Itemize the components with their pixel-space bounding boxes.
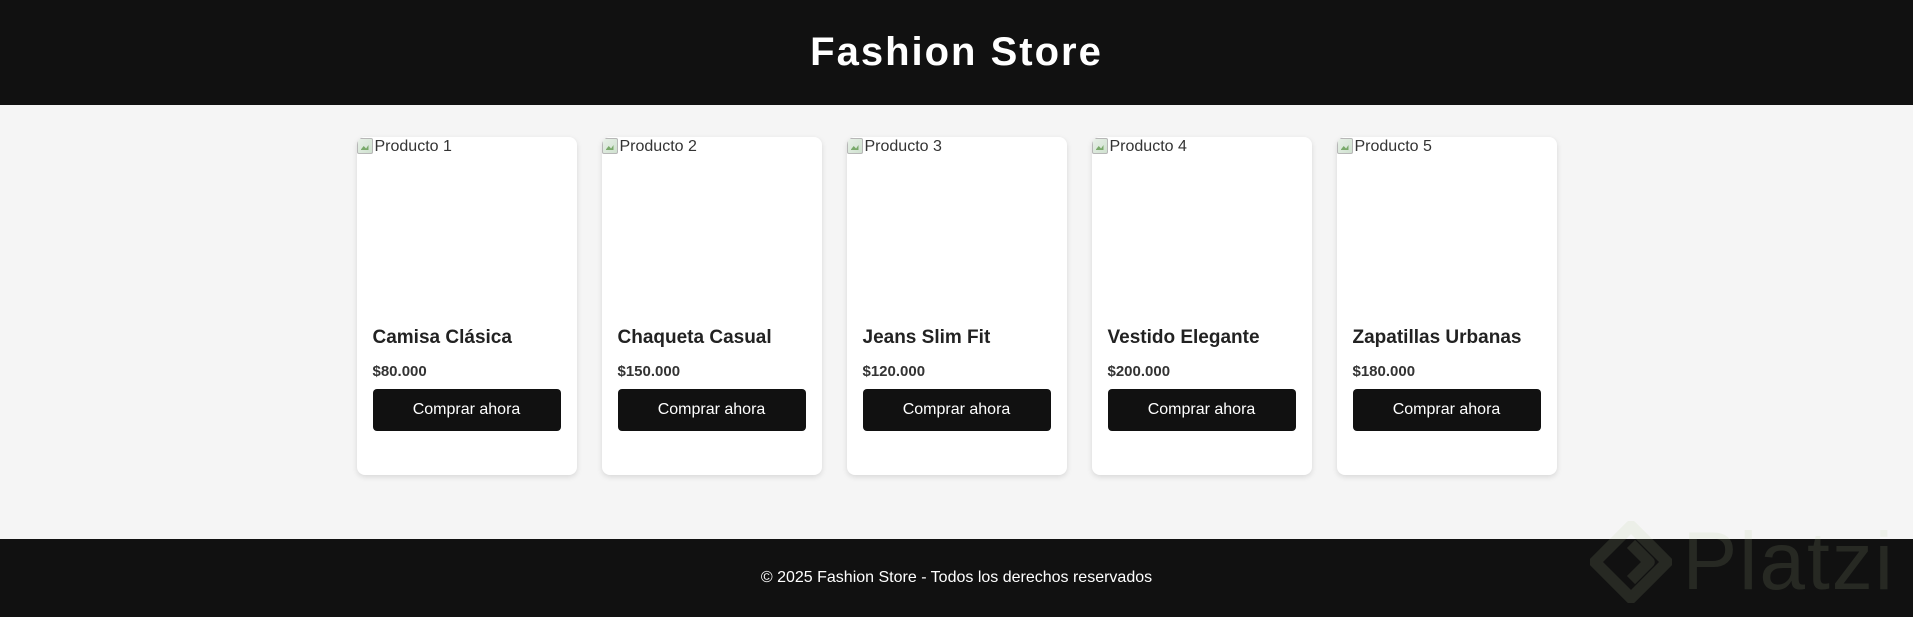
platzi-watermark: Platzi [1590, 515, 1895, 609]
buy-now-button[interactable]: Comprar ahora [617, 389, 806, 431]
product-name: Jeans Slim Fit [862, 327, 991, 348]
product-name: Vestido Elegante [1107, 327, 1260, 348]
product-card: Producto 3 Jeans Slim Fit $120.000 Compr… [846, 137, 1067, 475]
buy-now-button[interactable]: Comprar ahora [372, 389, 561, 431]
broken-image-icon [356, 138, 373, 154]
product-image-alt: Producto 1 [374, 138, 452, 155]
broken-image-icon [601, 138, 618, 154]
product-image: Producto 3 [846, 137, 1067, 327]
platzi-logo-icon [1590, 521, 1673, 603]
product-card: Producto 1 Camisa Clásica $80.000 Compra… [356, 137, 577, 475]
product-name: Camisa Clásica [372, 327, 512, 348]
watermark-text: Platzi [1682, 516, 1895, 607]
product-card: Producto 5 Zapatillas Urbanas $180.000 C… [1336, 137, 1557, 475]
product-image-alt: Producto 3 [864, 138, 942, 155]
product-price: $200.000 [1107, 363, 1171, 380]
product-image: Producto 5 [1336, 137, 1557, 327]
footer-copyright: © 2025 Fashion Store - Todos los derecho… [760, 569, 1153, 586]
buy-now-button[interactable]: Comprar ahora [1107, 389, 1296, 431]
product-image: Producto 4 [1091, 137, 1312, 327]
product-image-alt: Producto 2 [619, 138, 697, 155]
product-card: Producto 4 Vestido Elegante $200.000 Com… [1091, 137, 1312, 475]
product-image: Producto 1 [356, 137, 577, 327]
product-price: $120.000 [862, 363, 926, 380]
buy-now-button[interactable]: Comprar ahora [1352, 389, 1541, 431]
site-header: Fashion Store [0, 0, 1913, 105]
broken-image-icon [1336, 138, 1353, 154]
product-card: Producto 2 Chaqueta Casual $150.000 Comp… [601, 137, 822, 475]
product-name: Zapatillas Urbanas [1352, 327, 1522, 348]
product-image-alt: Producto 4 [1109, 138, 1187, 155]
product-image-alt: Producto 5 [1354, 138, 1432, 155]
product-grid: Producto 1 Camisa Clásica $80.000 Compra… [0, 105, 1913, 539]
broken-image-icon [1091, 138, 1108, 154]
product-price: $180.000 [1352, 363, 1416, 380]
buy-now-button[interactable]: Comprar ahora [862, 389, 1051, 431]
broken-image-icon [846, 138, 863, 154]
product-name: Chaqueta Casual [617, 327, 772, 348]
product-image: Producto 2 [601, 137, 822, 327]
site-title: Fashion Store [810, 30, 1103, 74]
product-price: $80.000 [372, 363, 427, 380]
product-price: $150.000 [617, 363, 681, 380]
